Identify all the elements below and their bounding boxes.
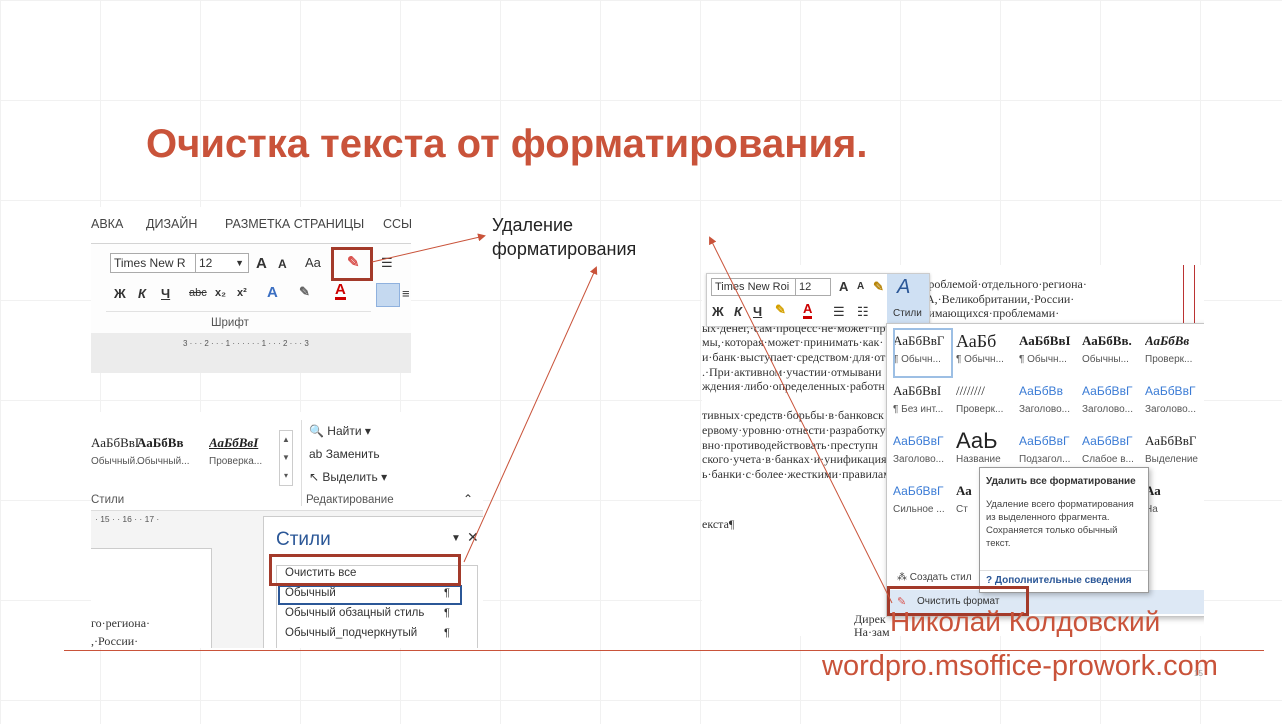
arrow-line — [463, 266, 598, 563]
author-name: Николай Колдовский — [890, 606, 1161, 637]
page-number: 15 — [1194, 669, 1203, 678]
arrow-line — [371, 233, 486, 263]
arrow-line — [709, 236, 893, 604]
site-url[interactable]: wordpro.msoffice-prowork.com — [822, 650, 1218, 683]
